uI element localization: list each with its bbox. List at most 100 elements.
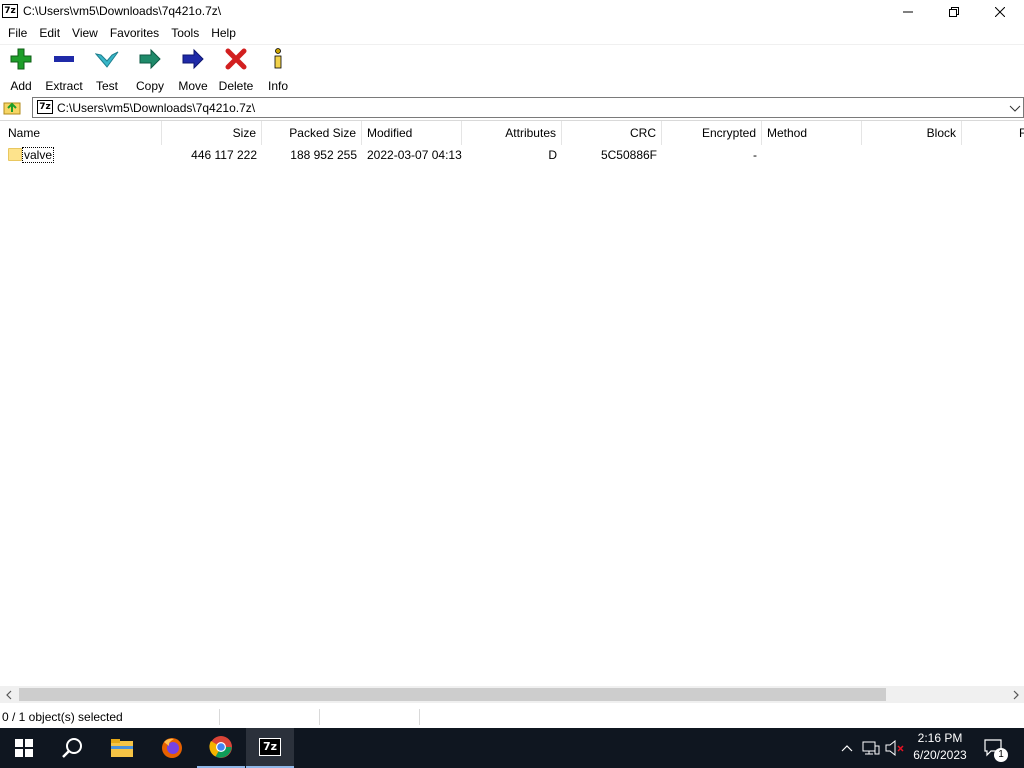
network-icon [862, 741, 880, 755]
clock-date: 6/20/2023 [913, 748, 967, 762]
row-name[interactable]: valve [22, 147, 55, 163]
copy-arrow-icon [138, 47, 162, 71]
info-icon [266, 47, 290, 71]
scroll-thumb[interactable] [19, 688, 886, 701]
file-explorer-button[interactable] [98, 728, 146, 768]
selection-status: 0 / 1 object(s) selected [2, 710, 123, 724]
delete-button[interactable]: Delete [218, 47, 254, 93]
firefox-button[interactable] [148, 728, 196, 768]
menu-help[interactable]: Help [205, 24, 242, 42]
window-title: C:\Users\vm5\Downloads\7q421o.7z\ [23, 4, 222, 18]
info-label: Info [267, 79, 288, 93]
archive-icon: 7z [37, 100, 53, 114]
chevron-right-icon [1013, 690, 1019, 699]
row-size: 446 117 222 [191, 148, 257, 162]
chevron-left-icon [5, 690, 11, 699]
row-crc: 5C50886F [600, 148, 657, 162]
start-button[interactable] [0, 728, 48, 768]
clock[interactable]: 2:16 PM 6/20/2023 [908, 730, 972, 766]
path-combobox[interactable]: 7z C:\Users\vm5\Downloads\7q421o.7z\ [32, 97, 1024, 118]
restore-icon [949, 7, 959, 17]
path-text[interactable]: C:\Users\vm5\Downloads\7q421o.7z\ [57, 101, 255, 115]
column-attributes[interactable]: Attributes [462, 121, 562, 145]
delete-x-icon [224, 47, 248, 71]
chrome-button[interactable] [197, 728, 245, 768]
test-label: Test [95, 79, 118, 93]
restore-button[interactable] [931, 0, 977, 24]
menu-edit[interactable]: Edit [33, 24, 66, 42]
clock-time: 2:16 PM [917, 731, 963, 745]
up-folder-button[interactable] [2, 98, 22, 116]
minus-icon [52, 47, 76, 71]
close-icon [995, 7, 1005, 17]
firefox-icon [162, 738, 182, 758]
notification-count: 1 [994, 748, 1008, 762]
extract-label: Extract [45, 79, 83, 93]
scroll-right-button[interactable] [1007, 686, 1024, 703]
file-explorer-icon [111, 739, 133, 757]
column-partial[interactable]: F [1014, 121, 1024, 145]
checkmark-icon [95, 47, 119, 71]
delete-label: Delete [218, 79, 254, 93]
menu-file[interactable]: File [2, 24, 33, 42]
copy-label: Copy [135, 79, 164, 93]
menu-view[interactable]: View [66, 24, 104, 42]
column-method[interactable]: Method [762, 121, 862, 145]
status-divider [219, 709, 220, 725]
title-bar: 7z C:\Users\vm5\Downloads\7q421o.7z\ [0, 0, 1024, 24]
taskbar: 7z 2:16 PM 6/20/2023 1 [0, 728, 1024, 768]
add-label: Add [10, 79, 32, 93]
chrome-icon [209, 736, 232, 758]
search-icon [62, 738, 82, 758]
row-attributes: D [548, 148, 557, 162]
row-method [762, 145, 862, 165]
network-button[interactable] [860, 728, 882, 768]
show-hidden-icons-button[interactable] [838, 728, 856, 768]
search-button[interactable] [48, 728, 96, 768]
status-divider [419, 709, 420, 725]
file-list[interactable]: Name Size Packed Size Modified Attribute… [0, 120, 1024, 686]
move-button[interactable]: Move [176, 47, 210, 93]
chevron-down-icon[interactable] [1009, 102, 1021, 114]
horizontal-scrollbar[interactable] [0, 686, 1024, 703]
folder-icon [8, 148, 22, 161]
move-label: Move [178, 79, 208, 93]
column-block[interactable]: Block [862, 121, 962, 145]
7zip-icon: 7z [259, 738, 281, 756]
minimize-icon [903, 11, 913, 13]
minimize-button[interactable] [885, 0, 931, 24]
menu-bar: File Edit View Favorites Tools Help [0, 24, 1024, 42]
menu-tools[interactable]: Tools [165, 24, 205, 42]
volume-button[interactable] [884, 728, 906, 768]
column-header-row: Name Size Packed Size Modified Attribute… [0, 121, 1024, 145]
scroll-left-button[interactable] [0, 686, 17, 703]
copy-button[interactable]: Copy [134, 47, 166, 93]
test-button[interactable]: Test [94, 47, 120, 93]
chevron-up-icon [841, 745, 853, 752]
table-row[interactable]: valve 446 117 222 188 952 255 2022-03-07… [0, 145, 1024, 165]
extract-button[interactable]: Extract [43, 47, 85, 93]
row-encrypted: - [753, 148, 757, 162]
column-packed-size[interactable]: Packed Size [262, 121, 362, 145]
close-button[interactable] [977, 0, 1023, 24]
up-folder-icon [3, 102, 21, 115]
volume-muted-icon [885, 740, 904, 756]
toolbar: Add Extract Test Copy Move Delete Info [0, 44, 1024, 94]
column-modified[interactable]: Modified [362, 121, 462, 145]
notifications-button[interactable]: 1 [980, 728, 1008, 768]
row-block [862, 145, 962, 165]
column-crc[interactable]: CRC [562, 121, 662, 145]
column-size[interactable]: Size [162, 121, 262, 145]
7zip-app-icon[interactable]: 7z [2, 4, 18, 18]
move-arrow-icon [181, 47, 205, 71]
windows-logo-icon [15, 739, 33, 757]
column-name[interactable]: Name [0, 121, 162, 145]
status-bar: 0 / 1 object(s) selected [0, 705, 1024, 728]
7zip-taskbar-button[interactable]: 7z [246, 728, 294, 768]
add-button[interactable]: Add [6, 47, 36, 93]
plus-icon [9, 47, 33, 71]
column-encrypted[interactable]: Encrypted [662, 121, 762, 145]
info-button[interactable]: Info [265, 47, 291, 93]
menu-favorites[interactable]: Favorites [104, 24, 165, 42]
row-packed-size: 188 952 255 [290, 148, 357, 162]
